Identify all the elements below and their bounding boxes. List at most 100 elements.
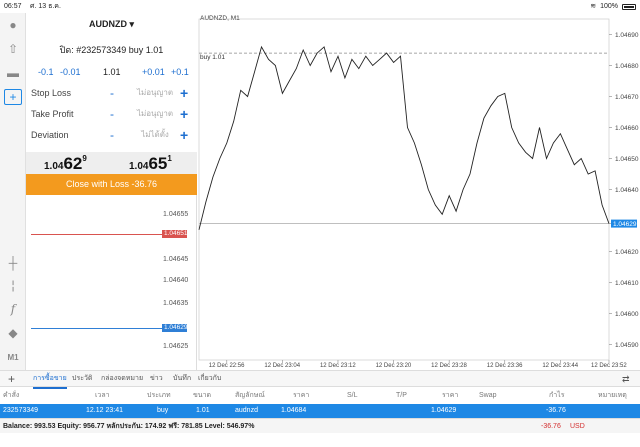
wifi-icon: ≋ — [590, 3, 597, 10]
battery-level: 100% — [600, 3, 618, 10]
y-tick-label: 1.04690 — [615, 32, 639, 39]
col-time: เวลา — [95, 392, 110, 399]
deviation-plus-button[interactable]: + — [180, 125, 188, 145]
col-order: คำสั่ง — [3, 392, 20, 399]
layout-icon[interactable]: ⇄ — [622, 371, 630, 387]
col-swap: Swap — [479, 392, 497, 399]
take-profit-minus-button[interactable]: - — [110, 104, 114, 124]
tab-news[interactable]: ข่าว — [150, 371, 163, 387]
stop-loss-minus-button[interactable]: - — [110, 83, 114, 103]
position-ticket: ปิด: #232573349 buy 1.01 — [59, 45, 164, 55]
take-profit-field[interactable]: ไม่อนุญาต — [126, 104, 184, 124]
chevron-down-icon: ▾ — [129, 19, 135, 29]
tab-journal[interactable]: บันทึก — [173, 371, 191, 387]
y-tick-label: 1.04590 — [615, 342, 639, 349]
balance-summary: Balance: 993.53 Equity: 956.77 หลักประกั… — [3, 423, 255, 430]
volume-minus-small-button[interactable]: -0.01 — [60, 67, 81, 77]
tab-history[interactable]: ประวัติ — [72, 371, 92, 387]
y-tick-label: 1.04680 — [615, 63, 639, 70]
take-profit-label: Take Profit — [31, 109, 74, 119]
cell-order: 232573349 — [3, 407, 39, 414]
trade-table-header: คำสั่ง เวลา ประเภท ขนาด สัญลักษณ์ ราคา S… — [0, 387, 640, 404]
left-toolbar: ● ⇧ ▬ + ┼ ¦ f ◆ M1 — [0, 13, 26, 370]
volume-plus-small-button[interactable]: +0.01 — [142, 67, 165, 77]
y-tick-label: 1.04620 — [615, 249, 639, 256]
clock: 06:57 — [4, 3, 22, 10]
bid-tag: 1.04629 — [162, 324, 188, 332]
y-tick-label: 1.04600 — [615, 311, 639, 318]
y-tick-label: 1.04610 — [615, 280, 639, 287]
date: ศ. 13 ธ.ค. — [30, 3, 61, 10]
volume-minus-big-button[interactable]: -0.1 — [38, 67, 54, 77]
deviation-row: Deviation - ไม่ได้ตั้ง + — [26, 125, 197, 145]
balance-bar: Balance: 993.53 Equity: 956.77 หลักประกั… — [0, 418, 640, 433]
take-profit-plus-button[interactable]: + — [180, 104, 188, 124]
stop-loss-plus-button[interactable]: + — [180, 83, 188, 103]
y-tick-label: 1.04629 — [613, 221, 637, 228]
ask-line — [31, 234, 163, 235]
x-tick-label: 12 Dec 23:44 — [542, 363, 578, 369]
indicators-icon[interactable]: ¦ — [4, 277, 22, 293]
y-tick-label: 1.04660 — [615, 125, 639, 132]
floating-profit: -36.76 — [541, 423, 561, 430]
col-type: ประเภท — [147, 392, 171, 399]
bid-pipette: 9 — [82, 154, 87, 163]
volume-stepper: -0.1 -0.01 1.01 +0.01 +0.1 — [26, 67, 197, 81]
stop-loss-label: Stop Loss — [31, 88, 72, 98]
cell-time: 12.12 23:41 — [86, 407, 123, 414]
objects-icon[interactable]: ◆ — [4, 325, 22, 341]
mini-price-chart: 1.04655 1.04651 1.04645 1.04640 1.04635 … — [26, 195, 197, 370]
volume-plus-big-button[interactable]: +0.1 — [171, 67, 189, 77]
close-position-button[interactable]: Close with Loss -36.76 — [26, 174, 197, 195]
main-chart[interactable]: AUDNZD, M1 buy 1.01 1.04690 1.04680 1.0467… — [197, 13, 640, 370]
mini-tick: 1.04655 — [163, 211, 189, 218]
col-size: ขนาด — [193, 392, 212, 399]
col-price: ราคา — [293, 392, 310, 399]
symbol-selector[interactable]: AUDNZD ▾ — [26, 13, 197, 35]
tab-about[interactable]: เกี่ยวกับ — [198, 371, 221, 387]
account-currency: USD — [570, 423, 585, 430]
volume-value[interactable]: 1.01 — [103, 67, 121, 77]
cell-profit: -36.76 — [546, 407, 566, 414]
col-comment: หมายเหตุ — [598, 392, 627, 399]
new-order-icon[interactable]: + — [4, 89, 22, 105]
trade-up-icon[interactable]: ⇧ — [4, 41, 22, 57]
cell-type: buy — [157, 407, 169, 414]
deviation-label: Deviation — [31, 130, 69, 140]
col-symbol: สัญลักษณ์ — [235, 392, 265, 399]
table-row[interactable]: 232573349 12.12 23:41 buy 1.01 audnzd 1.… — [0, 404, 640, 418]
stop-loss-field[interactable]: ไม่อนุญาต — [126, 83, 184, 103]
ask-price: 1.04651 — [129, 154, 172, 174]
function-icon[interactable]: f — [4, 301, 22, 317]
price-chart-svg: 1.04690 1.04680 1.04670 1.04660 1.04650 1.046… — [198, 18, 639, 369]
deviation-field[interactable]: ไม่ได้ตั้ง — [126, 125, 184, 145]
y-tick-label: 1.04670 — [615, 94, 639, 101]
y-tick-label: 1.04650 — [615, 156, 639, 163]
user-icon[interactable]: ● — [4, 17, 22, 33]
crosshair-icon[interactable]: ┼ — [4, 255, 22, 271]
col-current-price: ราคา — [442, 392, 459, 399]
plot-frame — [198, 18, 610, 361]
col-profit: กำไร — [549, 392, 565, 399]
bottom-tabs: + การซื้อขาย ประวัติ กล่องจดหมาย ข่าว บั… — [0, 370, 640, 389]
tab-mailbox[interactable]: กล่องจดหมาย — [101, 371, 143, 387]
col-sl: S/L — [347, 392, 358, 399]
chat-icon[interactable]: ▬ — [4, 65, 22, 81]
status-bar: 06:57 ศ. 13 ธ.ค. ≋ 100% — [0, 0, 640, 13]
x-tick-label: 12 Dec 23:12 — [320, 363, 356, 369]
col-tp: T/P — [396, 392, 407, 399]
x-tick-label: 12 Dec 23:28 — [431, 363, 467, 369]
x-tick-label: 12 Dec 23:20 — [376, 363, 412, 369]
add-tab-button[interactable]: + — [8, 371, 15, 387]
price-display: 1.04629 1.04651 — [26, 152, 197, 174]
bid-price: 1.04629 — [44, 154, 87, 174]
cell-current-price: 1.04629 — [431, 407, 457, 414]
bid-big-digits: 62 — [63, 154, 83, 173]
timeframe-button[interactable]: M1 — [4, 349, 22, 365]
mini-tick: 1.04635 — [163, 300, 189, 307]
x-tick-label: 12 Dec 23:52 — [591, 363, 627, 369]
stop-loss-row: Stop Loss - ไม่อนุญาต + — [26, 83, 197, 103]
take-profit-row: Take Profit - ไม่อนุญาต + — [26, 104, 197, 124]
order-panel: AUDNZD ▾ ปิด: #232573349 buy 1.01 -0.1 -… — [26, 13, 197, 195]
deviation-minus-button[interactable]: - — [110, 125, 114, 145]
